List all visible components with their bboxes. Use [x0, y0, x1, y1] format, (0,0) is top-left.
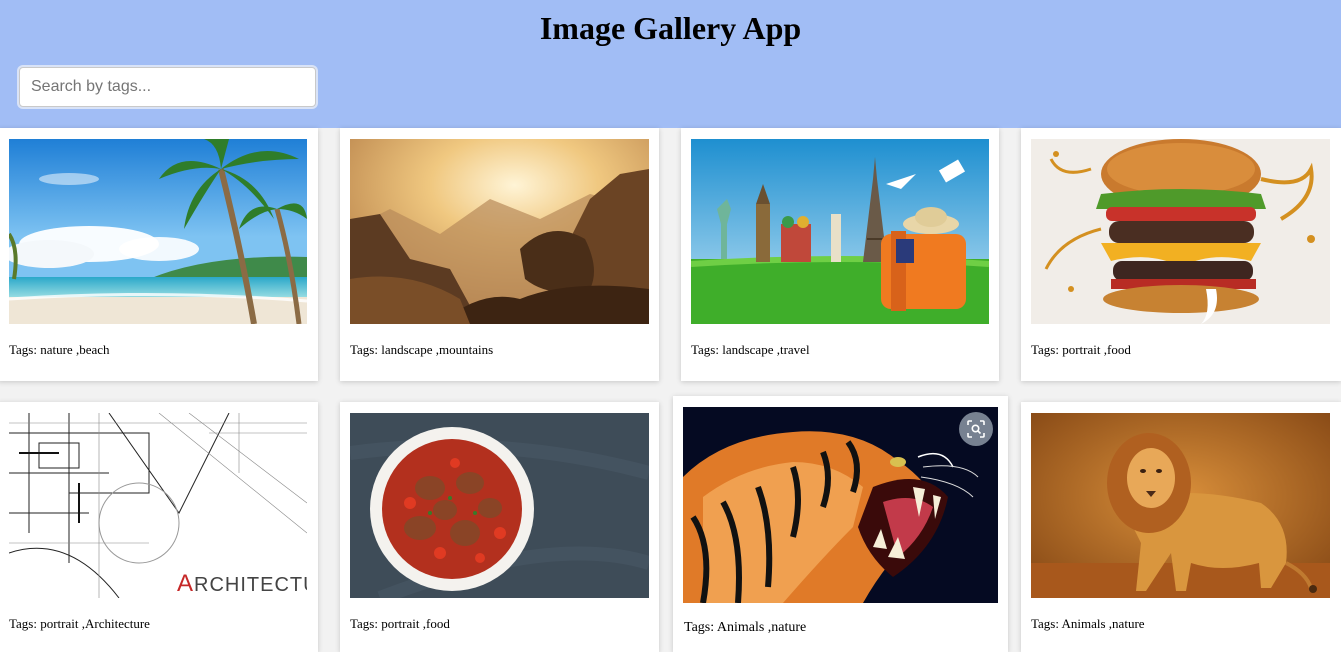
travel-image[interactable] [691, 139, 989, 324]
beach-image[interactable] [9, 139, 307, 324]
card-tags: Tags: landscape ,travel [691, 342, 810, 357]
burger-image[interactable] [1031, 139, 1330, 324]
gallery-card-burger[interactable]: Tags: portrait ,food [1021, 128, 1341, 381]
gallery-card-stew[interactable]: Tags: portrait ,food [340, 402, 659, 652]
card-tags: Tags: portrait ,food [350, 616, 450, 631]
page-title: Image Gallery App [539, 10, 802, 46]
visual-search-icon [967, 420, 985, 438]
card-tags: Tags: nature ,beach [9, 342, 110, 357]
card-tags: Tags: portrait ,Architecture [9, 616, 150, 631]
search-input[interactable] [19, 67, 316, 107]
gallery-card-architecture[interactable]: ARCHITECTURE Tags: portrait ,Architectur… [0, 402, 318, 652]
gallery-card-lion[interactable]: Tags: Animals ,nature [1021, 402, 1341, 652]
architecture-wordmark: ARCHITECTURE [177, 570, 307, 597]
gallery-card-beach[interactable]: Tags: nature ,beach [0, 128, 318, 381]
tiger-image[interactable] [683, 407, 998, 603]
stew-image[interactable] [350, 413, 649, 598]
card-tags: Tags: Animals ,nature [684, 620, 807, 635]
visual-search-button[interactable] [959, 412, 993, 446]
mountains-image[interactable] [350, 139, 649, 324]
architecture-image[interactable]: ARCHITECTURE [9, 413, 307, 598]
gallery-card-tiger[interactable]: Tags: Animals ,nature [673, 396, 1008, 652]
gallery-card-travel[interactable]: Tags: landscape ,travel [681, 128, 999, 381]
app-header: Image Gallery App [0, 0, 1341, 128]
card-tags: Tags: Animals ,nature [1031, 616, 1145, 631]
gallery-card-mountains[interactable]: Tags: landscape ,mountains [340, 128, 659, 381]
card-tags: Tags: portrait ,food [1031, 342, 1131, 357]
card-tags: Tags: landscape ,mountains [350, 342, 494, 357]
lion-image[interactable] [1031, 413, 1330, 598]
